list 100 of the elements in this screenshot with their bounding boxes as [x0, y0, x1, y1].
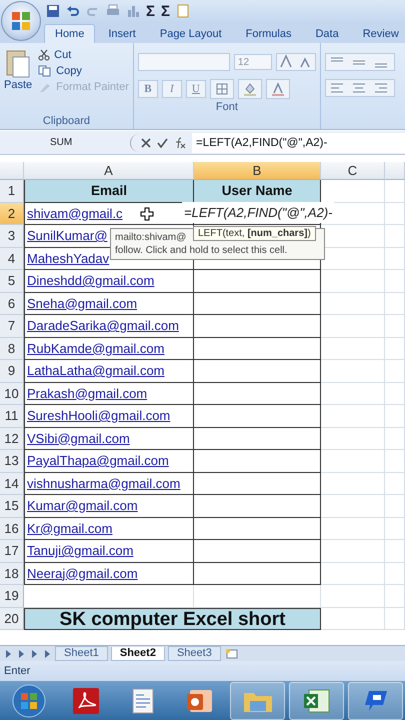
email-link[interactable]: PayalThapa@gmail.com — [27, 453, 169, 468]
formula-field[interactable]: =LEFT(A2,FIND("@",A2)- — [192, 132, 405, 152]
table-cell — [321, 382, 385, 405]
email-link[interactable]: shivam@gmail.c — [27, 206, 123, 220]
table-cell — [385, 248, 405, 270]
email-link[interactable]: Neeraj@gmail.com — [27, 566, 138, 580]
table-cell — [385, 382, 405, 405]
column-header[interactable]: A — [24, 162, 194, 180]
taskbar-app-icon[interactable] — [348, 682, 403, 720]
table-cell — [321, 585, 385, 608]
row-header[interactable]: 20 — [0, 608, 24, 630]
table-cell — [321, 472, 385, 495]
table-cell — [385, 608, 405, 630]
column-header[interactable]: C — [321, 162, 385, 180]
table-cell — [385, 405, 405, 428]
sum-button[interactable]: Σ — [161, 2, 170, 20]
row-header[interactable]: 15 — [0, 495, 24, 518]
row-header[interactable]: 18 — [0, 562, 24, 585]
row-header[interactable]: 16 — [0, 518, 24, 540]
font-name-field[interactable] — [138, 53, 230, 71]
chart-icon[interactable] — [126, 4, 140, 18]
email-link[interactable]: Kr@gmail.com — [27, 520, 112, 536]
group-label: Clipboard — [42, 114, 91, 129]
taskbar-app-icon[interactable] — [289, 682, 344, 720]
borders-icon[interactable] — [210, 79, 234, 99]
align-left-icon[interactable] — [324, 79, 395, 97]
cut-button[interactable]: Cut — [38, 49, 129, 61]
email-link[interactable]: vishnusharma@gmail.com — [27, 476, 180, 490]
row-header[interactable]: 17 — [0, 540, 24, 562]
email-link[interactable]: SureshHooli@gmail.com — [27, 408, 170, 423]
row-header[interactable]: 7 — [0, 315, 24, 338]
column-header[interactable]: B — [194, 162, 321, 180]
row-header[interactable]: 6 — [0, 292, 24, 315]
table-cell — [385, 225, 405, 248]
email-link[interactable]: Sneha@gmail.com — [27, 296, 138, 310]
table-header: Email — [24, 180, 194, 202]
row-header[interactable]: 5 — [0, 270, 24, 292]
table-cell — [385, 540, 405, 562]
copy-button[interactable]: Copy — [38, 65, 129, 77]
table-cell — [385, 495, 405, 518]
row-header[interactable]: 19 — [0, 585, 24, 608]
table-cell — [321, 428, 385, 450]
group-label: Font — [214, 100, 239, 115]
row-header[interactable]: 8 — [0, 338, 24, 360]
email-link[interactable]: Tanuji@gmail.com — [27, 543, 134, 558]
email-link[interactable]: LathaLatha@gmail.com — [27, 363, 164, 378]
column-header[interactable] — [385, 162, 405, 180]
ribbon-tab[interactable]: Data — [304, 24, 350, 43]
ribbon-tab[interactable]: Page Layout — [148, 24, 233, 43]
ribbon-tab[interactable]: Formulas — [234, 24, 302, 43]
ribbon-tab[interactable]: Insert — [97, 24, 147, 43]
table-cell — [321, 562, 385, 585]
cross-cursor-icon — [140, 207, 154, 221]
email-link[interactable]: DaradeSarika@gmail.com — [27, 318, 179, 333]
row-header[interactable]: 1 — [0, 180, 24, 202]
enter-icon[interactable] — [157, 138, 168, 148]
table-cell — [321, 495, 385, 518]
font-color-icon[interactable] — [266, 79, 290, 99]
email-link[interactable]: SunilKumar@ — [27, 228, 108, 243]
table-header: User Name — [194, 180, 321, 202]
table-cell — [385, 202, 405, 225]
insert-function-icon[interactable] — [174, 136, 186, 148]
font-size-icon[interactable] — [276, 53, 316, 71]
sum-button[interactable]: Σ — [146, 2, 156, 20]
select-all-button[interactable] — [0, 162, 24, 180]
sheet-tab[interactable]: Sheet1 — [55, 646, 108, 661]
row-header[interactable]: 4 — [0, 248, 24, 270]
row-header[interactable]: 12 — [0, 428, 24, 450]
sheet-tab[interactable]: Sheet3 — [168, 646, 221, 661]
document-icon[interactable] — [176, 4, 190, 18]
cell-editor[interactable]: =LEFT(A2,FIND("@",A2)- — [182, 202, 334, 223]
cancel-icon[interactable] — [141, 138, 151, 148]
row-header[interactable]: 11 — [0, 405, 24, 428]
email-link[interactable]: Prakash@gmail.com — [27, 386, 148, 400]
ribbon-tab[interactable]: Home — [44, 24, 96, 43]
row-header[interactable]: 14 — [0, 472, 24, 495]
email-link[interactable]: RubKamde@gmail.com — [27, 340, 164, 356]
fill-color-icon[interactable] — [238, 79, 262, 99]
table-cell — [321, 360, 385, 382]
email-link[interactable]: Dineshdd@gmail.com — [27, 273, 154, 288]
row-header[interactable]: 10 — [0, 382, 24, 405]
table-cell — [321, 315, 385, 338]
row-header[interactable]: 13 — [0, 450, 24, 472]
insert-sheet-icon[interactable] — [224, 648, 240, 660]
name-box[interactable]: SUM — [0, 137, 130, 148]
ribbon-tab[interactable]: Review — [352, 24, 405, 43]
email-link[interactable]: Kumar@gmail.com — [27, 498, 138, 513]
save-icon[interactable] — [46, 4, 60, 18]
align-top-icon[interactable] — [324, 53, 395, 71]
row-header[interactable]: 9 — [0, 360, 24, 382]
copy-icon — [38, 65, 52, 77]
print-icon[interactable] — [106, 4, 120, 18]
row-header[interactable]: 2 — [0, 202, 24, 225]
row-header[interactable]: 3 — [0, 225, 24, 248]
paste-button[interactable]: Paste — [4, 47, 32, 113]
email-link[interactable]: MaheshYadav — [27, 250, 110, 266]
email-link[interactable]: VSibi@gmail.com — [27, 430, 130, 446]
sheet-tab[interactable]: Sheet2 — [110, 646, 165, 660]
undo-icon[interactable] — [66, 4, 80, 18]
table-cell — [385, 585, 405, 608]
